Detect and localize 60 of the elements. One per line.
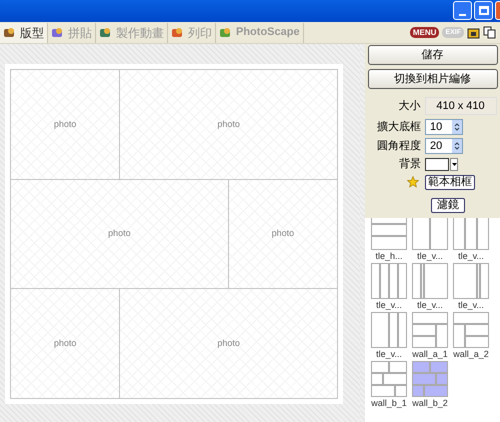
layout-thumbnail[interactable]	[412, 312, 448, 348]
thumbnail-label: tle_v...	[458, 250, 484, 262]
layout-thumbnail[interactable]	[453, 262, 489, 298]
photo-slot[interactable]: photo	[11, 70, 120, 179]
thumbnail-label: wall_a_2	[453, 348, 489, 360]
photo-icon	[3, 26, 16, 39]
layout-thumbnail[interactable]	[412, 262, 448, 298]
thumbnail-label: wall_b_2	[412, 398, 448, 408]
layout-thumbnail[interactable]	[453, 312, 489, 348]
thumbnail-label: tle_v...	[458, 300, 484, 310]
color-picker[interactable]	[425, 158, 458, 171]
photo-icon	[171, 26, 184, 39]
tab[interactable]: PhotoScape	[216, 22, 304, 42]
tab[interactable]: 列印	[168, 22, 216, 42]
layout-thumbnail[interactable]	[412, 360, 448, 396]
thumbnail-label: tle_v...	[376, 300, 402, 310]
layout-thumbnail[interactable]	[371, 312, 407, 348]
spin-arrows-icon[interactable]	[452, 138, 462, 153]
tab[interactable]: 製作動畫	[96, 22, 168, 42]
thumbnail-label: wall_a_1	[412, 348, 448, 360]
filter-button[interactable]: 濾鏡	[431, 198, 465, 212]
layout-thumbnail[interactable]	[412, 218, 448, 250]
copy-icon[interactable]	[483, 26, 496, 39]
photo-slot[interactable]: photo	[11, 180, 229, 288]
switch-to-editor-button[interactable]: 切換到相片編修	[368, 69, 498, 89]
thumbnail-label: tle_h...	[375, 250, 403, 262]
photo-icon	[51, 26, 64, 39]
photo-icon	[99, 26, 112, 39]
template-frame-button[interactable]: 範本相框	[425, 174, 475, 190]
photo-icon	[219, 26, 232, 39]
field-label: 擴大底框	[376, 120, 421, 135]
film-icon[interactable]	[467, 26, 480, 39]
layout-thumbnail[interactable]	[371, 262, 407, 298]
size-field: 410 x 410	[424, 97, 496, 115]
thumbnail-label: wall_b_1	[371, 398, 407, 408]
close-icon[interactable]	[495, 1, 500, 20]
layout-thumbnail[interactable]	[371, 218, 407, 250]
thumbnail-label: tle_v...	[417, 300, 443, 310]
maximize-icon[interactable]	[474, 1, 493, 20]
star-icon	[407, 176, 419, 188]
photo-slot[interactable]: photo	[120, 289, 337, 398]
layout-thumbnail[interactable]	[371, 360, 407, 396]
number-spinner[interactable]: 20	[425, 138, 463, 154]
dropdown-arrow-icon	[452, 162, 456, 166]
photo-slot[interactable]: photo	[228, 180, 337, 288]
tab[interactable]: 版型	[0, 22, 48, 42]
save-button[interactable]: 儲存	[368, 45, 498, 65]
photo-slot[interactable]: photo	[120, 70, 337, 179]
field-label: 背景	[398, 156, 421, 172]
thumbnail-label: tle_v...	[376, 348, 402, 360]
field-label: 大小	[398, 98, 420, 114]
layout-thumbnail[interactable]	[453, 218, 489, 250]
thumbnail-label: tle_v...	[417, 250, 443, 262]
number-spinner[interactable]: 10	[425, 119, 463, 136]
field-label: 圓角程度	[376, 138, 421, 154]
menu-badge[interactable]: MENU	[410, 27, 440, 38]
tab[interactable]: 拼貼	[48, 22, 96, 42]
spin-arrows-icon[interactable]	[452, 120, 462, 134]
photo-slot[interactable]: photo	[11, 289, 120, 398]
minimize-icon[interactable]	[453, 1, 472, 20]
